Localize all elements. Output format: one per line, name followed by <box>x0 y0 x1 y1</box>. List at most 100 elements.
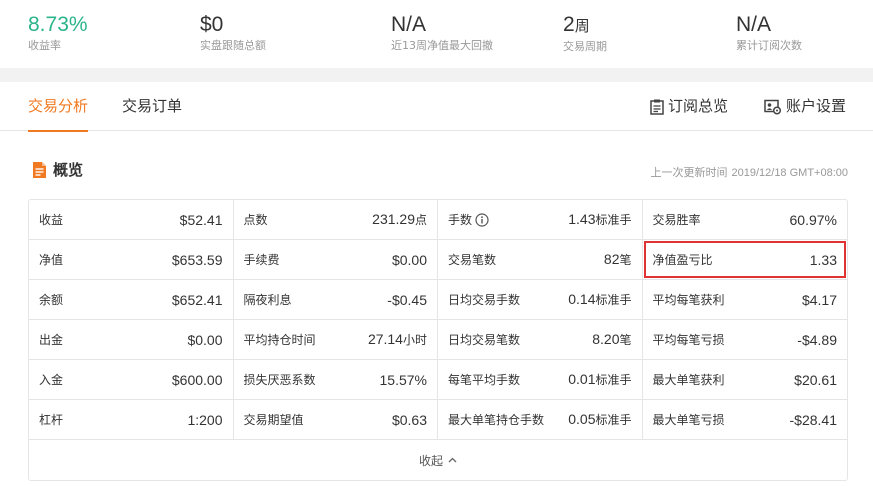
stat-follow-total: $0 实盘跟随总额 <box>200 12 266 53</box>
stat-cell: 最大单笔持仓手数 0.05标准手 <box>438 400 643 439</box>
stat-label: 近13周净值最大回撤 <box>391 39 493 52</box>
chevron-up-icon <box>448 457 457 463</box>
stat-cell-value: 0.01标准手 <box>568 371 631 388</box>
stat-cell-value: $600.00 <box>172 372 223 388</box>
info-icon[interactable] <box>475 212 489 227</box>
table-row: 净值 $653.59 手续费 $0.00 交易笔数 82笔 净值盈亏比 1.33 <box>29 240 847 280</box>
stat-cell-value: $653.59 <box>172 252 223 268</box>
stat-cell-label: 出金 <box>39 331 63 348</box>
tab-trade-orders[interactable]: 交易订单 <box>122 82 182 131</box>
stat-cell-label: 手续费 <box>244 251 280 268</box>
stat-cell-value: 15.57% <box>380 372 427 388</box>
stat-cell-number: 1:200 <box>187 411 223 428</box>
stat-cell-label-text: 最大单笔持仓手数 <box>448 413 545 427</box>
stat-trading-period: 2周 交易周期 <box>563 12 607 54</box>
stat-cell-label: 最大单笔亏损 <box>653 411 725 428</box>
stat-cell: 平均持仓时间 27.14小时 <box>234 320 438 359</box>
stat-cell-unit: 点 <box>414 213 427 227</box>
stat-cell: 日均交易笔数 8.20笔 <box>438 320 643 359</box>
stat-unit: 周 <box>574 17 590 35</box>
stat-cell-number: 27.14 <box>367 331 403 347</box>
stat-cell-value: 27.14小时 <box>368 331 427 348</box>
stat-cell-label-text: 余额 <box>39 293 64 307</box>
stat-cell-label-text: 隔夜利息 <box>243 293 292 307</box>
stat-cell-label: 平均持仓时间 <box>244 331 316 348</box>
stat-cell-value: -$4.89 <box>797 332 837 348</box>
stat-cell: 最大单笔亏损 -$28.41 <box>643 400 848 439</box>
stat-cell-label: 余额 <box>39 291 63 308</box>
stat-subscriptions: N/A 累计订阅次数 <box>736 12 802 53</box>
stat-cell-number: -$4.89 <box>797 331 837 348</box>
stat-cell-value: $652.41 <box>172 292 223 308</box>
stat-value: 8.73% <box>28 13 88 36</box>
stat-cell: 交易胜率 60.97% <box>643 200 848 239</box>
collapse-label: 收起 <box>418 453 443 468</box>
stat-cell-label: 每笔平均手数 <box>448 371 520 388</box>
stat-cell-label-text: 最大单笔获利 <box>652 373 725 387</box>
stat-cell-label-text: 平均持仓时间 <box>243 333 316 347</box>
stat-cell: 点数 231.29点 <box>234 200 438 239</box>
stat-cell-number: $652.41 <box>171 291 223 308</box>
stat-value: N/A <box>736 13 772 36</box>
stat-cell-label: 点数 <box>244 211 268 228</box>
account-settings-icon <box>764 99 782 115</box>
stat-cell: 平均每笔获利 $4.17 <box>643 280 848 319</box>
stat-cell: 每笔平均手数 0.01标准手 <box>438 360 643 399</box>
stat-cell: 平均每笔亏损 -$4.89 <box>643 320 848 359</box>
stat-cell-label-text: 收益 <box>39 213 64 227</box>
stat-cell-value: 1.33 <box>810 252 837 268</box>
last-update-time: 2019/12/18 GMT+08:00 <box>731 167 849 179</box>
stat-cell: 净值 $653.59 <box>29 240 234 279</box>
overview-table: 收益 $52.41 点数 231.29点 手数 1.43标准手 交易胜率 60.97% 净值 $6… <box>28 199 848 481</box>
section-divider <box>0 68 873 82</box>
subscriptions-overview-button[interactable]: 订阅总览 <box>650 82 728 131</box>
stat-cell-number: 1.33 <box>809 251 837 268</box>
table-row: 杠杆 1:200 交易期望值 $0.63 最大单笔持仓手数 0.05标准手 最大单笔亏损 -$… <box>29 400 847 440</box>
stat-value: 2周 <box>563 12 607 39</box>
stat-cell-number: 15.57% <box>379 371 427 388</box>
account-settings-button[interactable]: 账户设置 <box>764 82 846 131</box>
stat-cell-number: $0.00 <box>391 251 427 268</box>
stat-cell-unit: 笔 <box>619 333 632 347</box>
account-settings-label: 账户设置 <box>786 97 847 115</box>
table-row: 入金 $600.00 损失厌恶系数 15.57% 每笔平均手数 0.01标准手 最大单笔获利… <box>29 360 847 400</box>
stat-cell-label: 交易胜率 <box>653 211 701 228</box>
stat-cell-value: $4.17 <box>802 292 837 308</box>
stat-cell-value: 1.43标准手 <box>568 211 631 228</box>
stat-cell-label: 净值 <box>39 251 63 268</box>
stat-cell-label-text: 净值盈亏比 <box>652 253 713 267</box>
stat-max-drawdown: N/A 近13周净值最大回撤 <box>391 12 493 53</box>
stat-cell-number: -$0.45 <box>387 291 427 308</box>
stat-cell: 净值盈亏比 1.33 <box>643 240 848 279</box>
stat-cell-value: 1:200 <box>187 412 222 428</box>
stat-cell-label-text: 最大单笔亏损 <box>652 413 725 427</box>
stat-cell-value: -$28.41 <box>790 412 837 428</box>
stat-cell: 收益 $52.41 <box>29 200 234 239</box>
stat-cell-label-text: 日均交易手数 <box>448 293 521 307</box>
stat-label: 实盘跟随总额 <box>200 39 266 52</box>
stat-cell-label-text: 入金 <box>39 373 64 387</box>
stat-cell-number: 0.14 <box>568 291 596 307</box>
stat-cell-unit: 标准手 <box>595 413 632 427</box>
stat-cell-label: 最大单笔获利 <box>653 371 725 388</box>
table-row: 出金 $0.00 平均持仓时间 27.14小时 日均交易笔数 8.20笔 平均每笔亏损 -$4… <box>29 320 847 360</box>
stat-cell-label-text: 出金 <box>39 333 64 347</box>
stat-cell-label: 入金 <box>39 371 63 388</box>
stat-cell-label-text: 交易笔数 <box>448 253 497 267</box>
stat-cell: 杠杆 1:200 <box>29 400 234 439</box>
stat-cell-number: 60.97% <box>789 211 837 228</box>
last-update: 上一次更新时间 2019/12/18 GMT+08:00 <box>651 164 849 180</box>
stat-cell-value: $20.61 <box>794 372 837 388</box>
overview-header: 概览 上一次更新时间 2019/12/18 GMT+08:00 <box>0 131 873 199</box>
stat-cell: 手续费 $0.00 <box>234 240 438 279</box>
stat-cell-value: $0.00 <box>392 252 427 268</box>
stat-cell-value: $0.00 <box>187 332 222 348</box>
document-icon <box>33 161 46 178</box>
stat-cell: 最大单笔获利 $20.61 <box>643 360 848 399</box>
stat-cell: 隔夜利息 -$0.45 <box>234 280 438 319</box>
collapse-button[interactable]: 收起 <box>29 440 847 480</box>
overview-title-text: 概览 <box>53 161 84 179</box>
stat-cell-label-text: 点数 <box>243 213 268 227</box>
stat-cell-label: 损失厌恶系数 <box>244 371 316 388</box>
tab-trade-analysis[interactable]: 交易分析 <box>28 82 89 132</box>
